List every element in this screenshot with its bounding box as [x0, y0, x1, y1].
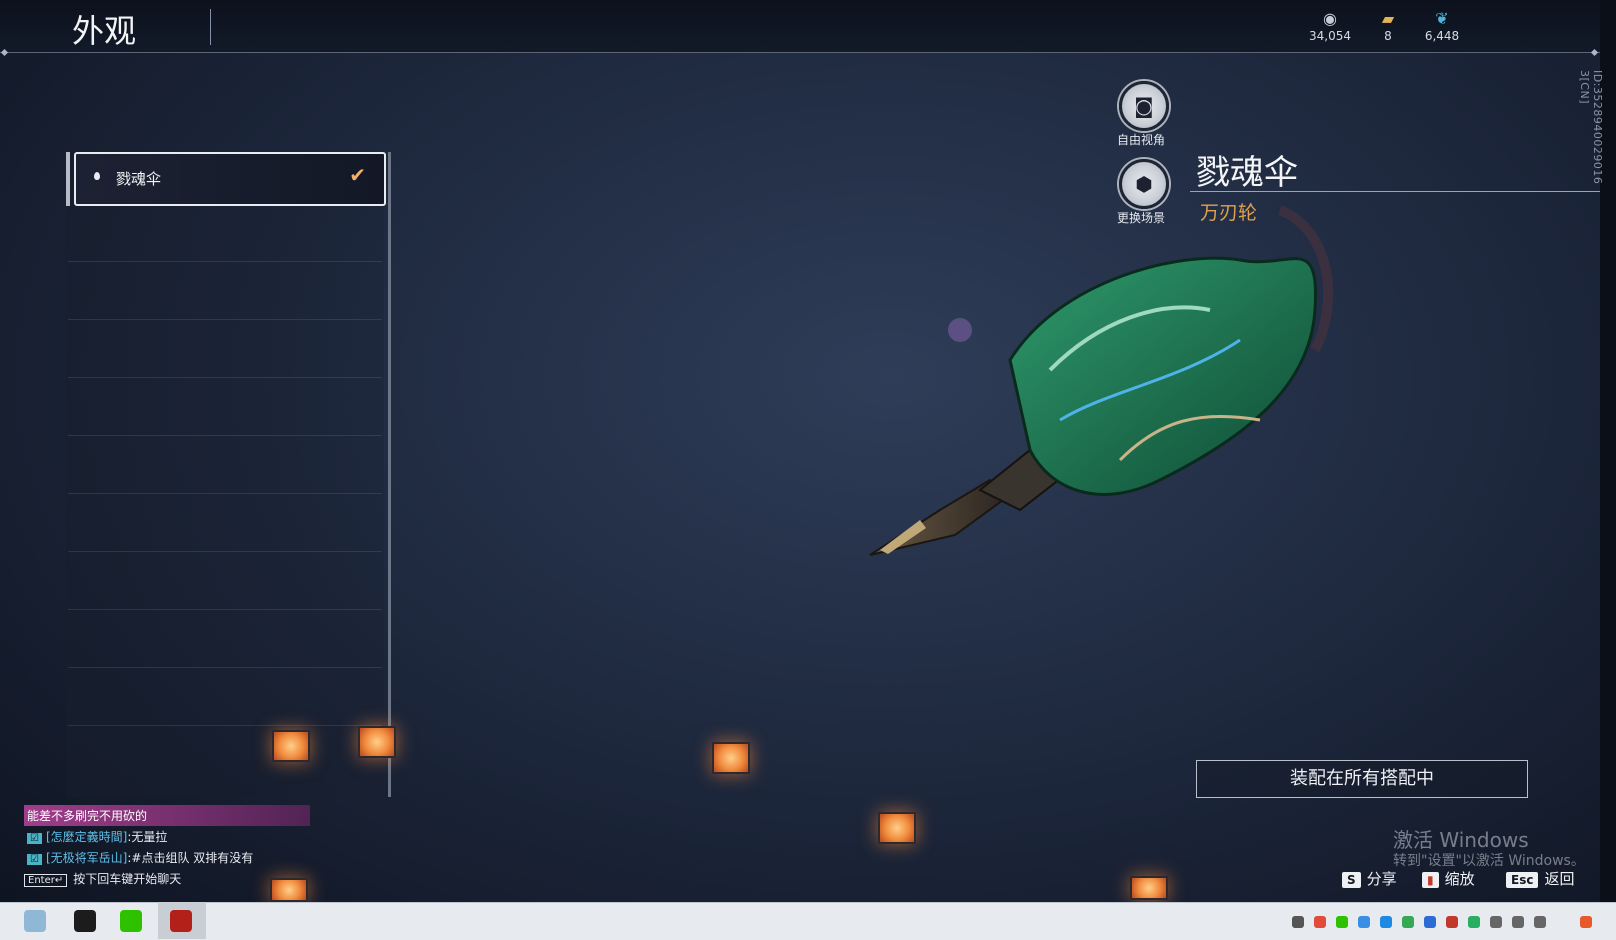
- tray-icon[interactable]: [1292, 916, 1304, 928]
- lantern: [878, 812, 916, 844]
- tray-icon[interactable]: [1402, 916, 1414, 928]
- lantern: [1130, 876, 1168, 900]
- currency-feather: ❦ 6,448: [1412, 9, 1472, 43]
- taskbar-app-icon[interactable]: [24, 910, 46, 932]
- title-divider: [210, 9, 211, 45]
- currency-feather-value: 6,448: [1424, 29, 1460, 43]
- lantern: [358, 726, 396, 758]
- weapon-model[interactable]: [860, 190, 1380, 580]
- item-bullet-icon: [94, 172, 100, 180]
- chat-highlight-message: 能差不多刷完不用砍的: [24, 805, 310, 826]
- chat-text: :无量拉: [127, 830, 168, 844]
- wechat-icon[interactable]: [120, 910, 142, 932]
- currency-ticket: ▰ 8: [1358, 9, 1418, 43]
- tray-icon[interactable]: [1380, 916, 1392, 928]
- enter-key-icon: Enter↵: [24, 874, 68, 887]
- tray-icon[interactable]: [1424, 916, 1436, 928]
- list-slot: [68, 321, 382, 378]
- page-title: 外观: [72, 12, 137, 50]
- currency-ticket-value: 8: [1384, 29, 1392, 43]
- list-item-selected[interactable]: 戮魂伞 ✔: [66, 152, 386, 206]
- tray-icon[interactable]: [1336, 916, 1348, 928]
- share-hotkey[interactable]: S 分享: [1342, 868, 1397, 889]
- tray-icon[interactable]: [1446, 916, 1458, 928]
- list-scrollbar[interactable]: [388, 152, 391, 797]
- back-hotkey[interactable]: Esc 返回: [1506, 868, 1574, 889]
- lantern: [712, 742, 750, 774]
- tray-icon[interactable]: [1314, 916, 1326, 928]
- game-app-icon[interactable]: [170, 910, 192, 932]
- chat-enter-label: 按下回车键开始聊天: [73, 872, 182, 886]
- list-slot: [68, 263, 382, 320]
- list-slot: [68, 437, 382, 494]
- list-slot: [68, 611, 382, 668]
- coin-icon: ◉: [1323, 9, 1337, 28]
- feather-icon: ❦: [1435, 9, 1449, 28]
- back-label: 返回: [1544, 870, 1575, 888]
- zoom-label: 缩放: [1444, 870, 1475, 888]
- share-label: 分享: [1366, 870, 1397, 888]
- chat-message: ☑ [怎麼定義時間]:无量拉: [24, 826, 384, 847]
- list-slot: [68, 553, 382, 610]
- selected-indicator: [66, 152, 70, 206]
- network-icon[interactable]: [1490, 916, 1502, 928]
- activation-watermark-title: 激活 Windows: [1393, 828, 1529, 852]
- list-slot: [68, 669, 382, 726]
- windows-taskbar: [0, 902, 1616, 940]
- chat-text: :#点击组队 双排有没有: [127, 851, 254, 865]
- chat-enter-hint: Enter↵ 按下回车键开始聊天: [24, 870, 181, 887]
- notification-icon[interactable]: [1580, 916, 1592, 928]
- tray-icon[interactable]: [1468, 916, 1480, 928]
- list-slot: [68, 205, 382, 262]
- zoom-hotkey[interactable]: ▮ 缩放: [1422, 868, 1475, 889]
- ticket-icon: ▰: [1381, 9, 1395, 28]
- activation-watermark-hint: 转到"设置"以激活 Windows。: [1393, 853, 1585, 869]
- ime-icon[interactable]: [1534, 916, 1546, 928]
- currency-coin-value: 34,054: [1309, 29, 1351, 43]
- qq-icon[interactable]: [74, 910, 96, 932]
- lantern: [270, 878, 308, 902]
- list-slot: [68, 495, 382, 552]
- currency-coin: ◉ 34,054: [1300, 9, 1360, 43]
- list-slot: [68, 379, 382, 436]
- chat-sender[interactable]: [无极将军岳山]: [46, 851, 127, 865]
- share-key: S: [1342, 872, 1361, 888]
- free-camera-button[interactable]: ◙: [1119, 81, 1169, 131]
- free-camera-label: 自由视角: [1116, 133, 1165, 147]
- volume-icon[interactable]: [1512, 916, 1524, 928]
- tray-icon[interactable]: [1358, 916, 1370, 928]
- chat-sender[interactable]: [怎麼定義時間]: [46, 830, 127, 844]
- chat-box[interactable]: 能差不多刷完不用砍的 ☑ [怎麼定義時間]:无量拉 ☑ [无极将军岳山]:#点击组队…: [24, 805, 384, 868]
- player-id-label: ID:3528940029016 3[CN]: [1578, 70, 1604, 185]
- item-name: 戮魂伞: [1196, 153, 1298, 193]
- chat-channel-icon: ☑: [27, 833, 42, 844]
- equip-all-outfits-button[interactable]: 装配在所有搭配中: [1196, 760, 1528, 798]
- checkmark-icon: ✔: [349, 163, 366, 187]
- mouse-icon: ▮: [1422, 872, 1439, 888]
- esc-key: Esc: [1506, 872, 1539, 888]
- top-bar: 外观 ◉ 34,054 ▰ 8 ❦ 6,448: [0, 0, 1600, 53]
- list-item-name: 戮魂伞: [116, 170, 162, 188]
- chat-message: ☑ [无极将军岳山]:#点击组队 双排有没有: [24, 847, 384, 868]
- chat-channel-icon: ☑: [27, 854, 42, 865]
- camera-icon: ◙: [1134, 94, 1154, 118]
- lantern: [272, 730, 310, 762]
